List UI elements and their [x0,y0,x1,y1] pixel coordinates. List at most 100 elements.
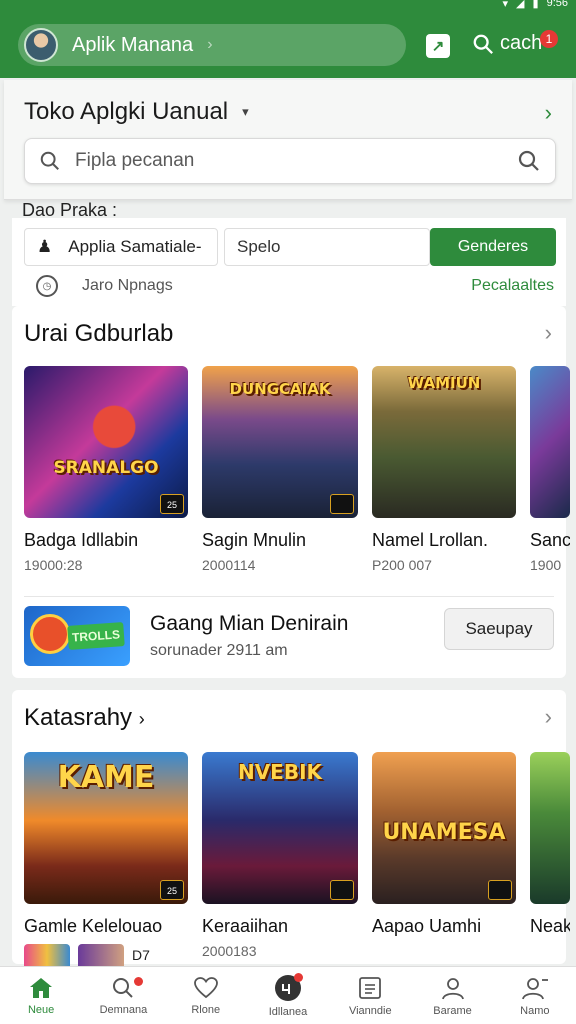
app-thumbnail: NVEBIK [202,752,358,904]
app-thumbnail: DUNGCAIAK [202,366,358,518]
app-mini-icon[interactable] [24,944,70,966]
nav-item-documents[interactable]: Vianndie [329,967,411,1024]
app-thumbnail: UNAMESA [372,752,516,904]
chevron-right-icon: › [138,709,145,729]
store-header-card: Toko Aplgki Uanual ▾ › [4,80,572,200]
avatar[interactable] [24,28,58,62]
app-mini-icon[interactable] [78,944,124,966]
app-thumbnail: SRANALGO 25 [24,366,188,518]
app-tile[interactable]: NVEBIK Keraaiihan 2000183 [202,752,358,959]
search-icon [113,977,134,998]
app-tile[interactable]: UNAMESA Aapao Uamhi [372,752,516,959]
app-name: Sanc [530,530,570,550]
app-name: Keraaiihan [202,916,289,936]
sub-link[interactable]: Pecalaaltes [471,277,554,295]
status-bar: ▾ ◢ ▮ 9:56 [0,0,576,10]
app-sub: 1900 [530,557,562,573]
person-icon: ♟ [37,237,53,256]
section-title: Urai Gdburlab [24,320,174,347]
header-search-label: cach [500,32,543,54]
caret-down-icon: ▾ [242,104,249,119]
app-thumbnail: WAMIUN [372,366,516,518]
nav-label: Demnana [99,1003,148,1016]
share-icon[interactable]: ↗ [426,34,450,58]
app-tile[interactable]: Sanc 1900 [530,366,570,573]
nav-item-chat[interactable]: Idllanea [247,967,329,1024]
app-rail: SRANALGO 25 Badga Idllabin 19000:28 DUNG… [24,366,576,573]
app-sub: 2000114 [202,557,256,573]
store-title-text: Toko Aplgki Uanual [24,98,229,125]
app-name: Aapao Uamhi [372,916,482,936]
app-thumbnail: KAME 25 [24,752,188,904]
mini-badge: D7 [132,947,150,963]
nav-label: Namo [520,1004,550,1017]
app-name: Namel Lrollan. [372,530,489,550]
thumbnail-art-text: NVEBIK [237,760,323,784]
section-title[interactable]: Katasrahy › [24,704,145,732]
nav-item-home[interactable]: Neue [0,967,82,1024]
nav-label: Vianndie [348,1004,392,1017]
mini-icon-row: D7 [24,944,150,966]
speed-field[interactable]: Spelo [224,228,430,266]
store-search-bar[interactable] [24,138,556,184]
app-sub: P200 007 [372,557,432,573]
rating-badge: 25 [160,880,184,900]
clock-icon: ◷ [36,275,58,297]
app-tile[interactable]: DUNGCAIAK Sagin Mnulin 2000114 [202,366,358,573]
promo-icon-tag: TROLLS [67,622,125,650]
person-icon [441,977,464,999]
app-switcher[interactable]: Aplik Manana › [18,24,406,66]
heart-icon [193,976,218,998]
thumbnail-art-text: KAME [57,760,155,795]
divider [24,596,554,597]
app-sub: 19000:28 [24,557,83,573]
chevron-right-icon[interactable]: › [545,100,552,126]
app-tile[interactable]: WAMIUN Namel Lrollan. P200 007 [372,366,516,573]
rating-badge: 25 [160,494,184,514]
promo-title: Gaang Mian Denirain [150,612,349,635]
person-add-icon [521,977,548,999]
rating-badge [330,494,354,514]
battery-icon: ▮ [532,0,539,10]
app-thumbnail [530,366,570,518]
status-icons: ▾ ◢ ▮ 9:56 [503,0,568,10]
home-icon [30,977,53,998]
sub-row: ◷ Jaro Npnags Pecalaaltes [24,274,554,298]
header-search-button[interactable]: cach [472,32,542,55]
app-title: Aplik Manana [72,33,194,56]
store-search-input[interactable] [75,150,517,172]
app-name: Neaku [530,916,570,936]
promo-action-button[interactable]: Saeupay [444,608,554,650]
nav-item-search[interactable]: Demnana [82,967,164,1024]
nav-label: Neue [27,1003,55,1016]
nav-label: Idllanea [268,1005,308,1018]
promo-app-icon[interactable]: TROLLS [24,606,130,666]
notification-dot [133,977,143,986]
document-icon [359,976,382,999]
app-tile[interactable]: KAME 25 Gamle Kelelouao [24,752,188,959]
store-title[interactable]: Toko Aplgki Uanual ▾ [24,98,249,126]
status-time: 9:56 [546,0,568,9]
thumbnail-art-text: SRANALGO [53,458,159,478]
chevron-right-icon[interactable]: › [545,704,552,730]
nav-label: Barame [433,1004,472,1017]
search-icon[interactable] [517,149,541,173]
thumbnail-art-text: UNAMESA [382,820,506,845]
promo-subtitle: sorunader 2911 am [150,642,288,659]
notification-badge[interactable]: 1 [540,30,558,48]
app-name: Badga Idllabin [24,530,139,550]
nav-item-add-person[interactable]: Namo [494,967,576,1024]
nav-item-profile[interactable]: Barame [411,967,493,1024]
app-field-value: Applia Samatiale- [68,237,202,256]
app-sub: 2000183 [202,943,257,959]
bottom-nav: Neue Demnana Rlone Idllanea Vianndie Bar… [0,966,576,1024]
send-button[interactable]: Genderes [430,228,556,266]
chevron-right-icon[interactable]: › [545,320,552,346]
axe-icon [30,614,70,654]
nav-item-favorites[interactable]: Rlone [165,967,247,1024]
app-tile[interactable]: Neaku [530,752,570,959]
app-tile[interactable]: SRANALGO 25 Badga Idllabin 19000:28 [24,366,188,573]
app-field[interactable]: ♟ Applia Samatiale- [24,228,218,266]
section-category: Katasrahy › › KAME 25 Gamle Kelelouao NV… [12,690,570,966]
app-rail: KAME 25 Gamle Kelelouao NVEBIK Keraaiiha… [24,752,576,959]
